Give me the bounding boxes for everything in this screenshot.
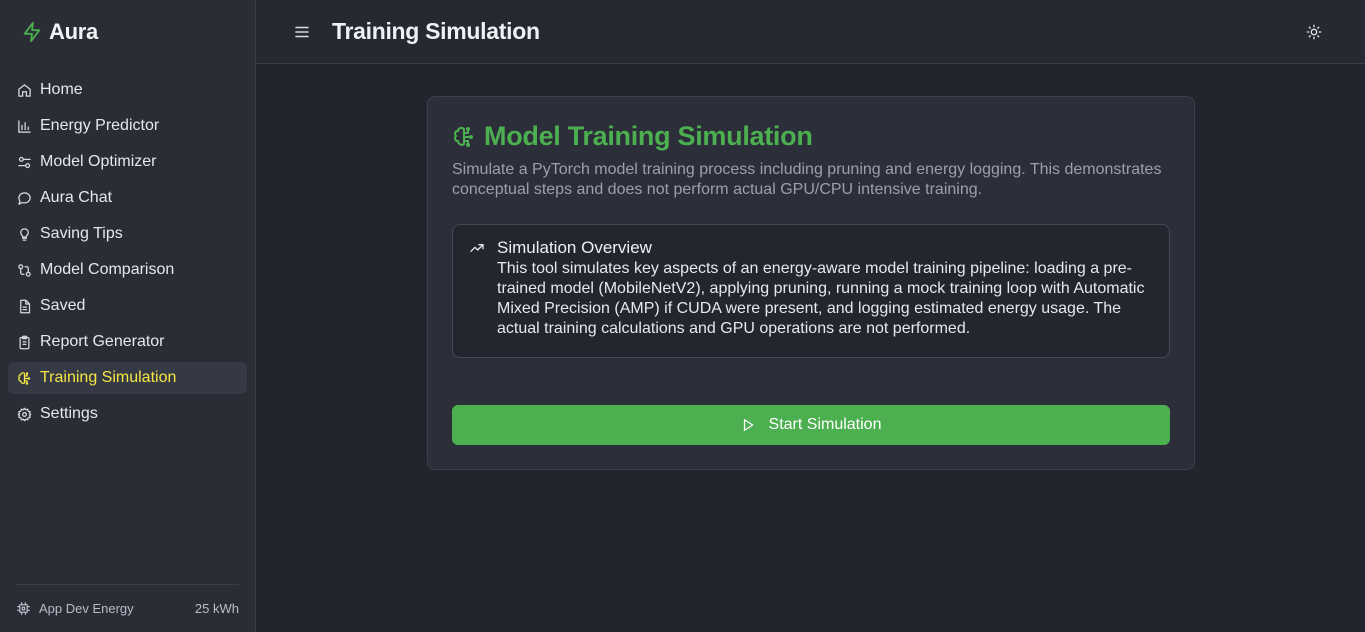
simulation-card: Model Training Simulation Simulate a PyT… [427, 96, 1195, 470]
sidebar-item-saved[interactable]: Saved [8, 290, 247, 322]
menu-button[interactable] [294, 24, 310, 40]
sidebar-item-label: Saved [40, 297, 86, 314]
sidebar-item-label: Model Optimizer [40, 153, 157, 170]
overview-title: Simulation Overview [497, 238, 652, 257]
content: Model Training Simulation Simulate a PyT… [256, 64, 1365, 632]
energy-usage: App Dev Energy [16, 601, 195, 616]
home-icon [17, 83, 32, 98]
sidebar-item-label: Settings [40, 405, 98, 422]
sidebar-item-home[interactable]: Home [8, 74, 247, 106]
gear-icon [17, 407, 32, 422]
brand-name: Aura [49, 19, 98, 44]
sidebar-item-training-simulation[interactable]: Training Simulation [8, 362, 247, 394]
brand[interactable]: Aura [0, 0, 255, 64]
topbar: Training Simulation [256, 0, 1365, 64]
compare-icon [17, 263, 32, 278]
sidebar-item-label: Aura Chat [40, 189, 113, 206]
sidebar-item-report-generator[interactable]: Report Generator [8, 326, 247, 358]
sidebar-item-label: Saving Tips [40, 225, 123, 242]
play-icon [741, 418, 755, 432]
sidebar-footer: App Dev Energy 25 kWh [16, 584, 239, 632]
sidebar-item-label: Training Simulation [40, 369, 177, 386]
lightbulb-icon [17, 227, 32, 242]
trending-up-icon [469, 240, 485, 256]
sidebar-item-label: Energy Predictor [40, 117, 160, 134]
overview-text: This tool simulates key aspects of an en… [497, 260, 1145, 337]
simulation-overview: Simulation Overview This tool simulates … [452, 224, 1170, 358]
sidebar-nav: Home Energy Predictor Model Optimizer Au… [0, 64, 255, 430]
brain-circuit-icon [17, 371, 32, 386]
lightning-icon [21, 20, 43, 44]
sidebar-item-aura-chat[interactable]: Aura Chat [8, 182, 247, 214]
card-title: Model Training Simulation [484, 121, 813, 151]
cpu-icon [16, 601, 31, 616]
bar-chart-icon [17, 119, 32, 134]
overview-body: Simulation Overview This tool simulates … [497, 237, 1153, 341]
chat-bubble-icon [17, 191, 32, 206]
menu-icon [295, 26, 309, 38]
sidebar: Aura Home Energy Predictor Model Optimiz… [0, 0, 256, 632]
sun-icon [1306, 24, 1322, 40]
start-simulation-label: Start Simulation [768, 416, 882, 433]
theme-toggle-button[interactable] [1305, 23, 1323, 41]
document-icon [17, 299, 32, 314]
energy-value: 25 kWh [194, 601, 239, 616]
page-title: Training Simulation [332, 18, 540, 44]
sidebar-item-saving-tips[interactable]: Saving Tips [8, 218, 247, 250]
sidebar-item-label: Home [40, 81, 83, 98]
brain-circuit-icon [452, 125, 476, 149]
card-header: Model Training Simulation [452, 121, 1170, 152]
sidebar-item-settings[interactable]: Settings [8, 398, 247, 430]
card-description: Simulate a PyTorch model training proces… [452, 161, 1162, 198]
sidebar-item-energy-predictor[interactable]: Energy Predictor [8, 110, 247, 142]
sliders-icon [17, 155, 32, 170]
energy-label: App Dev Energy [39, 601, 134, 616]
app-root: Aura Home Energy Predictor Model Optimiz… [0, 0, 1365, 632]
sidebar-item-model-comparison[interactable]: Model Comparison [8, 254, 247, 286]
main-area: Training Simulation Model Training Simul… [256, 0, 1365, 632]
sidebar-item-label: Model Comparison [40, 261, 175, 278]
start-simulation-button[interactable]: Start Simulation [452, 405, 1170, 445]
sidebar-item-label: Report Generator [40, 333, 165, 350]
clipboard-icon [17, 335, 32, 350]
sidebar-item-model-optimizer[interactable]: Model Optimizer [8, 146, 247, 178]
